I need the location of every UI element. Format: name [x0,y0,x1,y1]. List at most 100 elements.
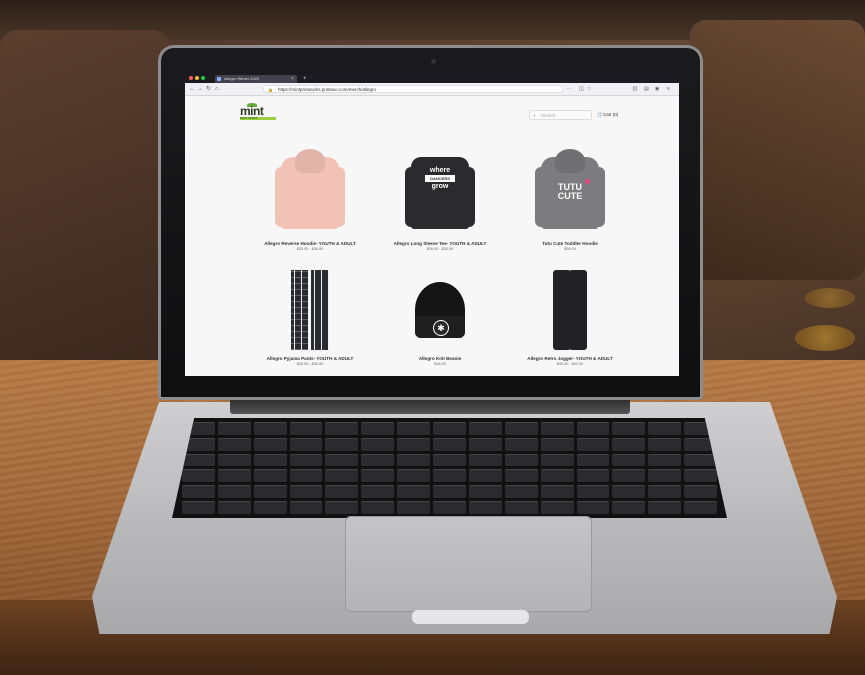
store-header: mint PRINT WORKS Search ⌕ 🛒 Cart (0) [185,96,679,136]
window-controls [189,76,205,80]
keyboard-key [253,469,287,483]
keyboard-key [397,422,431,435]
tee-print-line: DANCERS [425,175,455,182]
keyboard-key [397,469,431,483]
keyboard-key [182,501,215,514]
floor-decor [795,325,855,351]
browser-tab-bar: Allegro Winter 2020 × + [185,74,679,83]
hoodie-print: TUTU CUTE [555,183,585,201]
window-close-button[interactable] [189,76,193,80]
keyboard-key [504,437,538,451]
keyboard-key [182,469,215,483]
keyboard-key [540,437,574,451]
keyboard-key [612,501,646,514]
logo-subtext: PRINT WORKS [240,117,276,120]
keyboard-key [648,453,682,467]
address-bar[interactable]: https://mintprintworks.printavo.com/merc… [263,85,563,93]
tee-print: where DANCERS grow [425,167,455,190]
tab-close-icon[interactable]: × [291,75,294,83]
product-name[interactable]: Allegro Retro Jogger- YOUTH & ADULT [527,356,612,361]
window-minimize-button[interactable] [195,76,199,80]
keyboard-key [253,453,287,467]
laptop-front-notch [412,610,529,624]
keyboard-key [253,485,287,499]
bookmark-star-icon[interactable]: ☆ [587,84,591,94]
product-image-hoodie[interactable] [275,149,345,237]
product-name[interactable]: Allegro Reverse Hoodie- YOUTH & ADULT [264,241,356,246]
keyboard-key [217,453,251,467]
keyboard-key [576,453,610,467]
keyboard-key [325,453,359,467]
keyboard-key [253,501,287,514]
keyboard-key [648,422,682,435]
back-icon[interactable]: ← [189,84,195,94]
keyboard-key [504,469,538,483]
keyboard-key [468,453,502,467]
keyboard-key [325,501,359,514]
product-card[interactable]: Allegro Retro Jogger- YOUTH & ADULT $40.… [505,257,635,372]
laptop-trackpad [345,516,592,612]
keyboard-key [612,469,646,483]
webcam [431,59,436,64]
keyboard-key [325,485,359,499]
product-name[interactable]: Allegro Pyjama Pants- YOUTH & ADULT [267,356,354,361]
pocket-icon[interactable]: ◫ [579,84,584,94]
product-card[interactable]: ✱ Allegro Knit Beanie $18.00 [375,257,505,372]
menu-icon[interactable]: ≡ [667,84,670,94]
hoodie-print-line: CUTE [557,191,583,201]
keyboard-key [468,437,502,451]
product-card[interactable]: TUTU CUTE Tutu Cute Toddler Hoodie $28.0… [505,142,635,257]
sidebar-icon[interactable]: ▤ [644,84,649,94]
keyboard-key [253,422,287,435]
keyboard-key [540,501,574,514]
keyboard-key [576,422,610,435]
keyboard-key [648,469,682,483]
photo-scene: Allegro Winter 2020 × + ← → ↻ ⌂ https://… [0,0,865,675]
page-actions-icon[interactable]: ··· [567,84,572,94]
keyboard-key [361,485,395,499]
forward-icon[interactable]: → [197,84,203,94]
product-image-beanie[interactable]: ✱ [405,264,475,352]
keyboard-key [540,485,574,499]
search-icon: ⌕ [533,113,536,119]
keyboard-key [397,485,431,499]
product-card[interactable]: where DANCERS grow Allegro Long Sleeve T… [375,142,505,257]
keyboard-key [504,422,538,435]
search-input[interactable]: Search [529,110,592,120]
product-image-pyjama-pants[interactable] [275,264,345,352]
keyboard-key [289,453,323,467]
product-name[interactable]: Allegro Long Sleeve Tee- YOUTH & ADULT [394,241,487,246]
product-price: $28.00 [564,247,576,251]
library-icon[interactable]: ||| [633,84,637,94]
keyboard-key [612,437,646,451]
product-name[interactable]: Allegro Knit Beanie [419,356,461,361]
account-icon[interactable]: ◉ [655,84,659,94]
keyboard-key [433,485,466,499]
keyboard-key [361,437,395,451]
keyboard-key [289,501,323,514]
keyboard-key [253,437,287,451]
keyboard-key [325,422,359,435]
home-icon[interactable]: ⌂ [215,84,219,94]
keyboard-key [217,437,251,451]
reload-icon[interactable]: ↻ [206,84,211,94]
store-logo[interactable]: mint PRINT WORKS [240,103,276,122]
beanie-logo-icon: ✱ [433,320,449,336]
keyboard-key [433,422,466,435]
background-chair [690,20,865,280]
browser-tab[interactable]: Allegro Winter 2020 [215,75,297,83]
product-card[interactable]: Allegro Reverse Hoodie- YOUTH & ADULT $3… [245,142,375,257]
keyboard-key [684,469,717,483]
product-image-long-sleeve-tee[interactable]: where DANCERS grow [405,149,475,237]
keyboard-key [289,422,323,435]
keyboard-key [217,469,251,483]
laptop-hinge [230,398,630,414]
product-card[interactable]: Allegro Pyjama Pants- YOUTH & ADULT $30.… [245,257,375,372]
lock-icon: 🔒 [268,87,273,92]
product-image-toddler-hoodie[interactable]: TUTU CUTE [535,149,605,237]
product-image-jogger[interactable] [535,264,605,352]
window-maximize-button[interactable] [201,76,205,80]
product-name[interactable]: Tutu Cute Toddler Hoodie [542,241,598,246]
new-tab-button[interactable]: + [303,75,307,83]
cart-link[interactable]: Cart (0) [603,112,618,117]
